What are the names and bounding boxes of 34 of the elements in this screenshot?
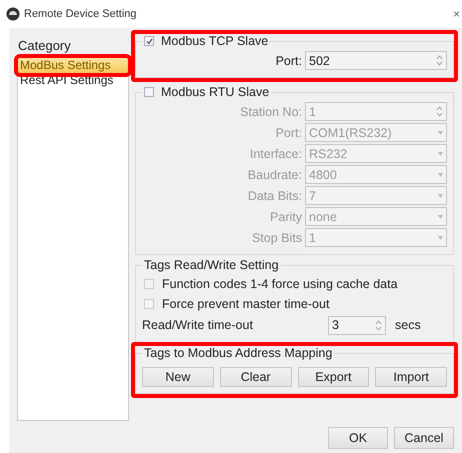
field-label: Port: — [274, 126, 302, 140]
dialog-button[interactable]: OK — [328, 427, 388, 449]
group-title: Modbus TCP Slave — [161, 34, 268, 48]
action-button[interactable]: Clear — [220, 367, 292, 387]
checkbox[interactable] — [144, 299, 154, 309]
field-label: Port: — [274, 54, 302, 68]
checkbox[interactable] — [144, 36, 154, 46]
spinner-arrows-icon[interactable] — [375, 320, 382, 330]
field-label: Parity — [269, 210, 302, 224]
category-item[interactable]: ModBus Settings — [18, 58, 128, 73]
spin-field[interactable]: 3 — [328, 316, 386, 334]
app-logo-icon — [6, 7, 20, 21]
action-button[interactable]: New — [142, 367, 214, 387]
checkbox-label: Function codes 1-4 force using cache data — [162, 277, 398, 291]
window-title: Remote Device Setting — [24, 8, 138, 20]
checkbox[interactable] — [144, 279, 154, 289]
unit-label: secs — [395, 318, 421, 332]
field-label: Read/Write time-out — [142, 318, 254, 332]
action-button[interactable]: Export — [298, 367, 370, 387]
action-button[interactable]: Import — [375, 367, 447, 387]
field-label: Stop Bits — [250, 230, 302, 244]
dialog-button[interactable]: Cancel — [394, 427, 454, 449]
group-title: Tags Read/Write Setting — [144, 258, 279, 272]
spin-field[interactable]: 502 — [305, 51, 447, 70]
field-label: Baudrate: — [246, 168, 302, 182]
close-button[interactable]: × — [452, 7, 460, 21]
field-label: Data Bits: — [246, 188, 302, 202]
group-title: Modbus RTU Slave — [161, 85, 270, 99]
field-label: Interface: — [248, 146, 302, 160]
group-title: Tags to Modbus Address Mapping — [144, 346, 332, 360]
sidebar-title: Category — [17, 37, 72, 55]
checkbox-label: Force prevent master time-out — [162, 297, 330, 311]
spinner-arrows-icon[interactable] — [436, 55, 443, 66]
field-label: Station No: — [239, 104, 302, 118]
